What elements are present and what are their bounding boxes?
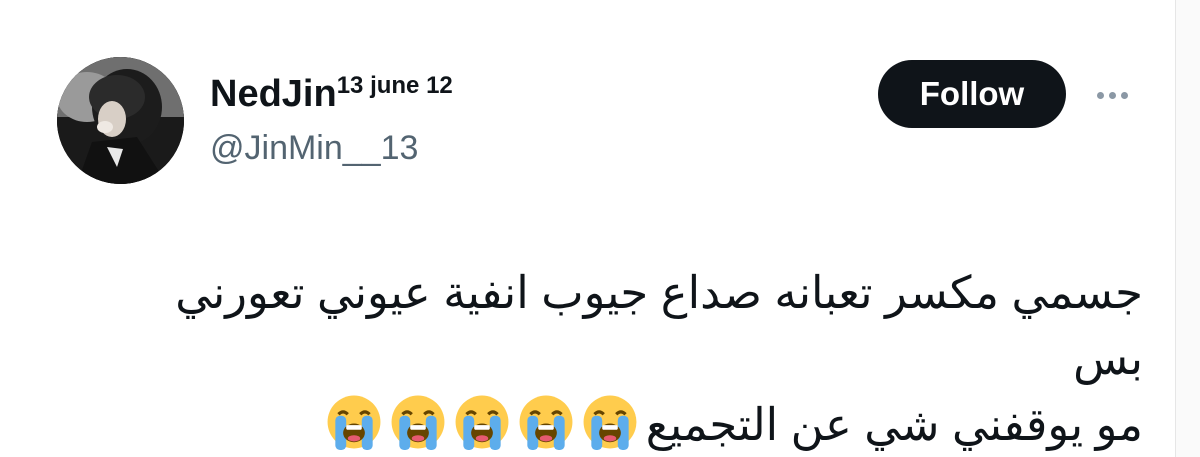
author-name-suffix: 13 june 12 — [336, 72, 453, 99]
more-horizontal-icon — [1096, 91, 1104, 99]
author-display-name[interactable]: NedJin — [210, 70, 337, 118]
avatar[interactable] — [57, 57, 184, 184]
follow-button[interactable]: Follow — [878, 60, 1066, 128]
tweet-card: NedJin 13 june 12 @JinMin__13 Follow جسم… — [0, 0, 1200, 457]
tweet-text: جسمي مكسر تعبانه صداع جيوب انفية عيوني ت… — [93, 260, 1143, 457]
loudly-crying-face-icon — [454, 394, 510, 450]
loudly-crying-face-icon — [326, 394, 382, 450]
more-horizontal-icon — [1120, 91, 1128, 99]
emoji-row — [326, 394, 638, 450]
tweet-text-line: جسمي مكسر تعبانه صداع جيوب انفية عيوني ت… — [175, 267, 1143, 384]
author-name-row[interactable]: NedJin 13 june 12 — [210, 70, 453, 118]
author-handle[interactable]: @JinMin__13 — [210, 126, 418, 170]
tweet-text-line-2: مو يوقفني شي عن التجميع — [93, 392, 1143, 457]
more-options-button[interactable] — [1090, 78, 1134, 112]
scrollbar-thumb[interactable] — [1185, 22, 1194, 142]
profile-photo-icon — [57, 57, 184, 184]
tweet-text-segment: مو يوقفني شي عن التجميع — [645, 399, 1143, 450]
loudly-crying-face-icon — [390, 394, 446, 450]
loudly-crying-face-icon — [582, 394, 638, 450]
loudly-crying-face-icon — [518, 394, 574, 450]
scrollbar[interactable] — [1175, 0, 1200, 457]
more-horizontal-icon — [1108, 91, 1116, 99]
